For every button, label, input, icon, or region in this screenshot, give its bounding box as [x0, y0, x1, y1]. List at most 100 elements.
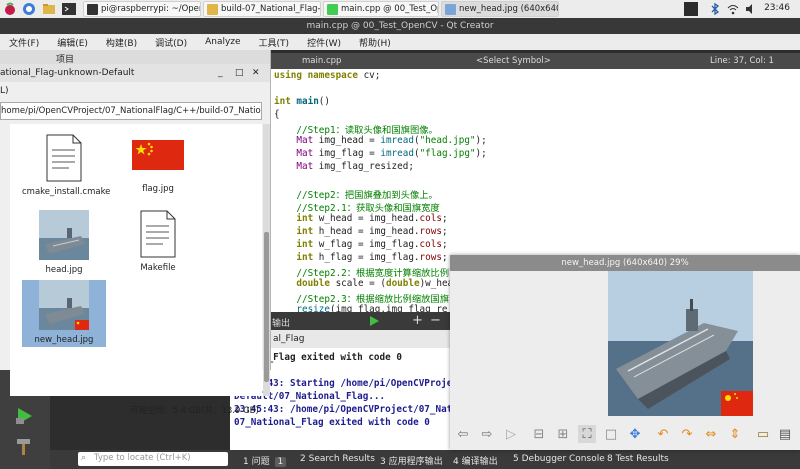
fm-window-title: ational_Flag-unknown-Default	[0, 68, 135, 78]
file-item-makefile[interactable]: Makefile	[116, 210, 200, 273]
next-icon[interactable]: ⇨	[478, 425, 496, 443]
status-tab-label: 编译输出	[461, 457, 498, 467]
code-line: //Step2.3：根据缩放比例缩放国旗	[274, 294, 450, 305]
close-icon[interactable]: ✕	[252, 64, 260, 82]
output-run-icon[interactable]	[368, 315, 380, 330]
output-tab-label: al_Flag	[273, 334, 305, 344]
output-toolbar: 输出 + −	[270, 312, 450, 330]
status-tab-label: Test Results	[615, 454, 669, 464]
open-folder-icon[interactable]: ▭	[754, 425, 772, 443]
menu-edit[interactable]: 编辑(E)	[48, 36, 97, 49]
maximize-icon[interactable]: □	[235, 64, 244, 82]
status-tab-label: Debugger Console	[521, 454, 605, 464]
taskbar-item-image-viewer[interactable]: new_head.jpg (640x640)	[441, 1, 559, 17]
iv-title-bar: new_head.jpg (640x640) 29%	[450, 255, 800, 271]
system-taskbar: pi@raspberrypi: ~/Open... build-07_Natio…	[0, 0, 800, 19]
ship-image	[39, 280, 89, 333]
file-manager-window: 项目 ational_Flag-unknown-Default _ □ ✕ L)…	[0, 50, 271, 416]
menu-file[interactable]: 文件(F)	[0, 36, 48, 49]
rotate-left-icon[interactable]: ↶	[654, 425, 672, 443]
fm-title-bar: ational_Flag-unknown-Default _ □ ✕	[0, 64, 270, 82]
taskbar-item-terminal[interactable]: pi@raspberrypi: ~/Open...	[83, 1, 201, 17]
viewer-image	[608, 271, 753, 416]
text-file-icon	[139, 210, 177, 261]
code-line: int w_head = img_head.cols;	[296, 213, 448, 224]
fm-path-text: home/pi/OpenCVProject/07_NationalFlag/C+…	[1, 106, 262, 116]
status-tab-label: Search Results	[308, 454, 375, 464]
fm-scrollbar[interactable]	[263, 124, 270, 396]
folder-icon	[207, 3, 218, 15]
file-name: Makefile	[140, 263, 176, 273]
ship-image	[39, 210, 89, 263]
original-size-icon[interactable]: □	[602, 425, 620, 443]
flip-horizontal-icon[interactable]: ⇔	[702, 425, 720, 443]
code-line: double scale = (double)w_head	[296, 278, 459, 289]
status-tab-issues[interactable]: 1 问题 1	[243, 454, 287, 467]
terminal-icon[interactable]	[62, 2, 76, 16]
status-tab-number: 5	[513, 454, 519, 464]
zoom-in-icon[interactable]: ⊞	[554, 425, 572, 443]
output-tab[interactable]: al_Flag	[270, 330, 450, 348]
status-tab-search[interactable]: 2 Search Results	[300, 454, 375, 464]
code-line: Mat img_flag_resized;	[296, 161, 414, 172]
output-add-icon[interactable]: +	[412, 313, 423, 328]
code-line: {	[274, 109, 280, 120]
terminal-icon	[87, 3, 98, 15]
status-tab-compile-output[interactable]: 4 编译输出	[453, 454, 498, 467]
menu-analyze[interactable]: Analyze	[196, 37, 249, 47]
menu-help[interactable]: 帮助(H)	[350, 36, 400, 49]
file-item-cmake-install[interactable]: cmake_install.cmake	[22, 134, 110, 197]
output-pane-title: 输出	[272, 319, 291, 329]
code-line: //Step2.2：根据宽度计算缩放比例	[274, 268, 450, 279]
menu-build[interactable]: 构建(B)	[97, 36, 146, 49]
file-item-head[interactable]: head.jpg	[22, 210, 106, 275]
code-line: Mat img_flag = imread("flag.jpg");	[296, 148, 487, 159]
status-tab-test-results[interactable]: 8 Test Results	[607, 454, 669, 464]
fm-menu-fragment[interactable]: L)	[0, 86, 9, 96]
cpu-monitor-icon	[684, 2, 698, 16]
play-icon[interactable]: ▷	[502, 425, 520, 443]
taskbar-item-folder[interactable]: build-07_National_Flag-u...	[203, 1, 321, 17]
fm-path-bar[interactable]: home/pi/OpenCVProject/07_NationalFlag/C+…	[0, 102, 262, 120]
flip-vertical-icon[interactable]: ⇕	[726, 425, 744, 443]
menu-widgets[interactable]: 控件(W)	[298, 36, 350, 49]
wifi-icon[interactable]	[726, 2, 740, 16]
fm-file-view[interactable]: cmake_install.cmake flag.jpg head.jpg Ma…	[10, 124, 262, 416]
fm-scrollbar-thumb[interactable]	[264, 232, 269, 382]
file-item-flag[interactable]: flag.jpg	[116, 140, 200, 194]
code-line: int h_flag = img_flag.rows;	[296, 252, 448, 263]
file-item-new-head[interactable]: new_head.jpg	[22, 280, 106, 347]
flag-image	[132, 140, 184, 173]
raspberry-menu-icon[interactable]	[3, 2, 17, 16]
menu-tools[interactable]: 工具(T)	[250, 36, 299, 49]
zoom-out-icon[interactable]: ⊟	[530, 425, 548, 443]
qt-icon	[327, 3, 338, 15]
previous-icon[interactable]: ⇦	[454, 425, 472, 443]
status-tab-debugger[interactable]: 5 Debugger Console	[513, 454, 605, 464]
code-line: int h_head = img_head.rows;	[296, 226, 448, 237]
status-tab-number: 8	[607, 454, 613, 464]
volume-icon[interactable]	[744, 2, 758, 16]
minimize-icon[interactable]: _	[218, 64, 223, 82]
fit-icon[interactable]: ⛶	[578, 425, 596, 443]
bluetooth-icon[interactable]	[708, 2, 722, 16]
locate-input[interactable]: ⌕ Type to locate (Ctrl+K)	[78, 452, 228, 466]
fullscreen-icon[interactable]: ✥	[626, 425, 644, 443]
taskbar-item-qtcreator[interactable]: main.cpp @ 00_Test_Op...	[323, 1, 439, 17]
build-hammer-icon[interactable]	[14, 436, 34, 459]
symbol-selector[interactable]: <Select Symbol>	[476, 56, 551, 66]
editor-tab-main-cpp[interactable]: main.cpp	[302, 56, 341, 66]
cursor-position: Line: 37, Col: 1	[710, 56, 774, 66]
save-icon[interactable]: ▤	[776, 425, 794, 443]
output-minimize-icon[interactable]: −	[430, 313, 441, 328]
taskbar-item-label: new_head.jpg (640x640)	[459, 4, 559, 14]
file-manager-icon[interactable]	[42, 2, 56, 16]
status-tab-app-output[interactable]: 3 应用程序输出	[380, 454, 443, 467]
browser-icon[interactable]	[22, 2, 36, 16]
debug-run-icon[interactable]	[14, 406, 34, 429]
menu-debug[interactable]: 调试(D)	[146, 36, 196, 49]
output-line: 07_National_Flag exited with code 0	[234, 417, 430, 428]
menubar: 文件(F) 编辑(E) 构建(B) 调试(D) Analyze 工具(T) 控件…	[0, 34, 800, 50]
search-icon: ⌕	[81, 453, 87, 463]
rotate-right-icon[interactable]: ↷	[678, 425, 696, 443]
